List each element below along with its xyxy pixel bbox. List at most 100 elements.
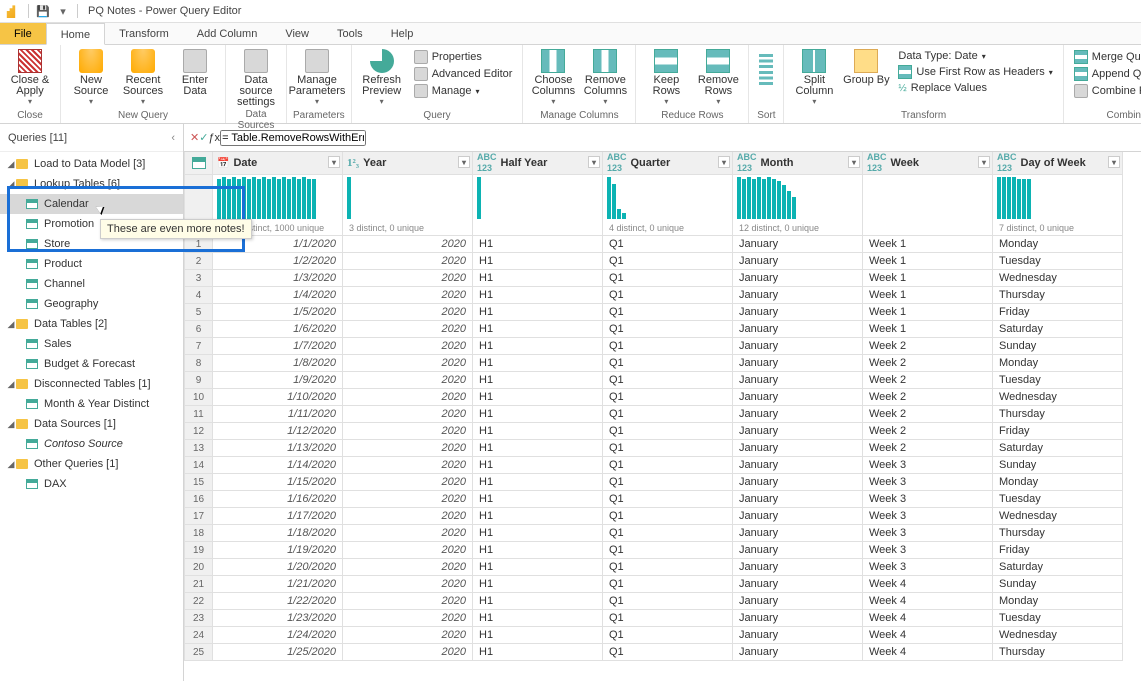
cell[interactable]: Tuesday	[993, 253, 1123, 270]
tree-item[interactable]: DAX	[0, 474, 183, 494]
cell[interactable]: 1/11/2020	[213, 406, 343, 423]
cell[interactable]: Week 2	[863, 372, 993, 389]
cell[interactable]: Tuesday	[993, 610, 1123, 627]
cell[interactable]: Week 4	[863, 593, 993, 610]
cell[interactable]: Q1	[603, 321, 733, 338]
cell[interactable]: H1	[473, 593, 603, 610]
cell[interactable]: Sunday	[993, 576, 1123, 593]
cell[interactable]: Wednesday	[993, 270, 1123, 287]
cell[interactable]: H1	[473, 457, 603, 474]
split-column-button[interactable]: Split Column▾	[790, 47, 838, 106]
cell[interactable]: 1/9/2020	[213, 372, 343, 389]
cell[interactable]: H1	[473, 576, 603, 593]
cell[interactable]: H1	[473, 491, 603, 508]
column-filter-icon[interactable]: ▾	[848, 156, 860, 168]
tree-item[interactable]: Geography	[0, 294, 183, 314]
cell[interactable]: Q1	[603, 627, 733, 644]
tab-help[interactable]: Help	[377, 23, 428, 44]
cell[interactable]: Week 3	[863, 559, 993, 576]
cell[interactable]: Q1	[603, 491, 733, 508]
table-row[interactable]: 11/1/20202020H1Q1JanuaryWeek 1Monday	[185, 236, 1123, 253]
cell[interactable]: 1/6/2020	[213, 321, 343, 338]
cell[interactable]: January	[733, 559, 863, 576]
cell[interactable]: Week 2	[863, 406, 993, 423]
tab-file[interactable]: File	[0, 23, 46, 44]
cell[interactable]: Thursday	[993, 406, 1123, 423]
properties-button[interactable]: Properties	[410, 49, 517, 65]
cell[interactable]: 1/18/2020	[213, 525, 343, 542]
cell[interactable]: January	[733, 644, 863, 661]
cell[interactable]: Week 2	[863, 355, 993, 372]
first-row-headers-button[interactable]: Use First Row as Headers ▾	[894, 64, 1056, 80]
cell[interactable]: 2020	[343, 576, 473, 593]
cell[interactable]: Week 4	[863, 627, 993, 644]
cell[interactable]: 1/15/2020	[213, 474, 343, 491]
tree-group-datatables[interactable]: ◢Data Tables [2]	[0, 314, 183, 334]
cell[interactable]: Saturday	[993, 440, 1123, 457]
cell[interactable]: Q1	[603, 508, 733, 525]
cell[interactable]: Week 1	[863, 321, 993, 338]
cell[interactable]: Friday	[993, 423, 1123, 440]
tree-item[interactable]: Contoso Source	[0, 434, 183, 454]
table-row[interactable]: 161/16/20202020H1Q1JanuaryWeek 3Tuesday	[185, 491, 1123, 508]
column-header[interactable]: 📅Date▾	[213, 152, 343, 175]
cell[interactable]: January	[733, 423, 863, 440]
cell[interactable]: Q1	[603, 457, 733, 474]
table-row[interactable]: 211/21/20202020H1Q1JanuaryWeek 4Sunday	[185, 576, 1123, 593]
cell[interactable]: 2020	[343, 440, 473, 457]
tree-group-disconnected[interactable]: ◢Disconnected Tables [1]	[0, 374, 183, 394]
cell[interactable]: 1/2/2020	[213, 253, 343, 270]
remove-rows-button[interactable]: Remove Rows▾	[694, 47, 742, 106]
cell[interactable]: 1/3/2020	[213, 270, 343, 287]
cell[interactable]: Week 3	[863, 508, 993, 525]
data-preview-grid[interactable]: ✕ ✓ ƒx 📅Date▾1²₃Year▾ABC123Half Year▾ABC…	[184, 124, 1141, 681]
cell[interactable]: Q1	[603, 355, 733, 372]
cell[interactable]: Q1	[603, 287, 733, 304]
cell[interactable]: Q1	[603, 389, 733, 406]
cell[interactable]: January	[733, 508, 863, 525]
cell[interactable]: 2020	[343, 304, 473, 321]
cell[interactable]: H1	[473, 474, 603, 491]
cell[interactable]: 1/10/2020	[213, 389, 343, 406]
cell[interactable]: January	[733, 576, 863, 593]
tree-group-lookup[interactable]: ◢Lookup Tables [6]	[0, 174, 183, 194]
cell[interactable]: Week 2	[863, 389, 993, 406]
group-by-button[interactable]: Group By	[842, 47, 890, 86]
table-row[interactable]: 221/22/20202020H1Q1JanuaryWeek 4Monday	[185, 593, 1123, 610]
cell[interactable]: 1/17/2020	[213, 508, 343, 525]
cell[interactable]: 2020	[343, 508, 473, 525]
cell[interactable]: Week 4	[863, 610, 993, 627]
remove-columns-button[interactable]: Remove Columns▾	[581, 47, 629, 106]
manage-parameters-button[interactable]: Manage Parameters▾	[293, 47, 341, 106]
cell[interactable]: H1	[473, 440, 603, 457]
cell[interactable]: 2020	[343, 525, 473, 542]
cell[interactable]: H1	[473, 542, 603, 559]
cell[interactable]: January	[733, 440, 863, 457]
cell[interactable]: January	[733, 355, 863, 372]
refresh-preview-button[interactable]: Refresh Preview▾	[358, 47, 406, 106]
table-row[interactable]: 71/7/20202020H1Q1JanuaryWeek 2Sunday	[185, 338, 1123, 355]
formula-input[interactable]	[220, 130, 366, 146]
collapse-panel-icon[interactable]: ‹	[171, 132, 175, 144]
table-row[interactable]: 61/6/20202020H1Q1JanuaryWeek 1Saturday	[185, 321, 1123, 338]
replace-values-button[interactable]: ½Replace Values	[894, 81, 1056, 95]
table-row[interactable]: 21/2/20202020H1Q1JanuaryWeek 1Tuesday	[185, 253, 1123, 270]
choose-columns-button[interactable]: Choose Columns▾	[529, 47, 577, 106]
new-source-button[interactable]: New Source▾	[67, 47, 115, 106]
cell[interactable]: H1	[473, 304, 603, 321]
cell[interactable]: H1	[473, 644, 603, 661]
formula-commit-icon[interactable]: ✓	[199, 131, 208, 144]
cell[interactable]: January	[733, 593, 863, 610]
tree-group-other[interactable]: ◢Other Queries [1]	[0, 454, 183, 474]
cell[interactable]: Q1	[603, 542, 733, 559]
cell[interactable]: Q1	[603, 525, 733, 542]
cell[interactable]: 2020	[343, 389, 473, 406]
cell[interactable]: January	[733, 525, 863, 542]
cell[interactable]: Week 4	[863, 644, 993, 661]
table-row[interactable]: 231/23/20202020H1Q1JanuaryWeek 4Tuesday	[185, 610, 1123, 627]
cell[interactable]: 2020	[343, 321, 473, 338]
cell[interactable]: H1	[473, 610, 603, 627]
cell[interactable]: Wednesday	[993, 627, 1123, 644]
tab-view[interactable]: View	[271, 23, 323, 44]
cell[interactable]: Week 3	[863, 491, 993, 508]
